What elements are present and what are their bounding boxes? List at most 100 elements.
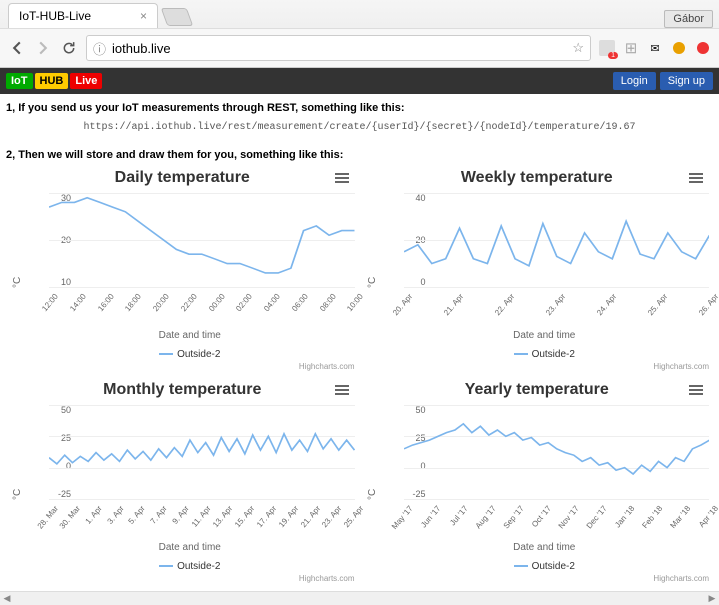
- x-tick: 10:00: [346, 292, 366, 313]
- legend-label: Outside-2: [532, 561, 575, 572]
- chart-plot[interactable]: 302010: [49, 193, 355, 288]
- x-ticks: 28. Mar30. Mar1. Apr3. Apr5. Apr7. Apr9.…: [49, 500, 355, 540]
- x-tick: 26. Apr: [697, 292, 719, 317]
- x-tick: 00:00: [207, 292, 227, 313]
- x-tick: Mar '18: [668, 504, 692, 530]
- legend-swatch: [514, 565, 528, 567]
- x-tick: 5. Apr: [127, 504, 147, 526]
- chart-title: Weekly temperature: [365, 169, 710, 187]
- legend-label: Outside-2: [177, 349, 220, 360]
- y-axis-label: °C: [10, 405, 25, 583]
- x-tick: 12:00: [40, 292, 60, 313]
- x-tick: 1. Apr: [83, 504, 103, 526]
- auth-buttons: Login Sign up: [613, 72, 713, 90]
- chart-plot[interactable]: 50250-25: [404, 405, 710, 500]
- chart-legend[interactable]: Outside-2: [380, 349, 710, 360]
- x-axis-label: Date and time: [380, 330, 710, 341]
- horizontal-scrollbar[interactable]: ◀ ▶: [0, 591, 719, 605]
- reload-button[interactable]: [60, 39, 78, 57]
- logo-iot: IoT: [6, 73, 33, 89]
- chart-credit[interactable]: Highcharts.com: [380, 574, 710, 583]
- x-tick: 02:00: [235, 292, 255, 313]
- x-tick: 08:00: [318, 292, 338, 313]
- x-tick: Dec '17: [585, 504, 609, 530]
- legend-swatch: [159, 353, 173, 355]
- chart-legend[interactable]: Outside-2: [25, 561, 355, 572]
- url-input[interactable]: [112, 41, 566, 56]
- x-tick: 18:00: [123, 292, 143, 313]
- x-tick: 3. Apr: [105, 504, 125, 526]
- chart-menu-icon[interactable]: [689, 171, 703, 185]
- chart-legend[interactable]: Outside-2: [25, 349, 355, 360]
- y-axis-label: °C: [10, 193, 25, 371]
- x-tick: 25. Apr: [342, 504, 365, 529]
- extension-icon-3[interactable]: ✉: [647, 40, 663, 56]
- forward-button[interactable]: [34, 39, 52, 57]
- x-tick: 11. Apr: [190, 504, 213, 529]
- chart-menu-icon[interactable]: [335, 171, 349, 185]
- legend-label: Outside-2: [177, 561, 220, 572]
- chart-credit[interactable]: Highcharts.com: [380, 362, 710, 371]
- x-tick: 06:00: [290, 292, 310, 313]
- x-tick: 20. Apr: [391, 292, 414, 317]
- chart-monthly: Monthly temperature°C50250-2528. Mar30. …: [10, 381, 355, 583]
- chart-yearly: Yearly temperature°C50250-25May '17Jun '…: [365, 381, 710, 583]
- x-tick: 25. Apr: [646, 292, 669, 317]
- browser-tab[interactable]: IoT-HUB-Live ×: [8, 3, 158, 28]
- legend-label: Outside-2: [532, 349, 575, 360]
- chart-credit[interactable]: Highcharts.com: [25, 574, 355, 583]
- x-tick: 20:00: [151, 292, 171, 313]
- legend-swatch: [159, 565, 173, 567]
- chart-legend[interactable]: Outside-2: [380, 561, 710, 572]
- new-tab-button[interactable]: [161, 8, 194, 26]
- x-ticks: 20. Apr21. Apr22. Apr23. Apr24. Apr25. A…: [404, 288, 710, 328]
- chart-title: Yearly temperature: [365, 381, 710, 399]
- tab-title: IoT-HUB-Live: [19, 9, 91, 23]
- extension-icon-5[interactable]: [695, 40, 711, 56]
- logo[interactable]: IoT HUB Live: [6, 73, 102, 89]
- scroll-right-icon[interactable]: ▶: [705, 593, 719, 604]
- x-tick: 9. Apr: [170, 504, 190, 526]
- extension-icon-4[interactable]: [671, 40, 687, 56]
- extension-icon-1[interactable]: 1: [599, 40, 615, 56]
- browser-chrome: IoT-HUB-Live × Gábor ⓘ ☆ 1 ⊞ ✉: [0, 0, 719, 68]
- signup-button[interactable]: Sign up: [660, 72, 713, 90]
- x-tick: 22:00: [179, 292, 199, 313]
- x-ticks: 12:0014:0016:0018:0020:0022:0000:0002:00…: [49, 288, 355, 328]
- extension-icon-2[interactable]: ⊞: [623, 40, 639, 56]
- x-tick: 04:00: [262, 292, 282, 313]
- x-axis-label: Date and time: [380, 542, 710, 553]
- close-icon[interactable]: ×: [140, 9, 147, 23]
- logo-live: Live: [70, 73, 102, 89]
- chart-daily: Daily temperature°C30201012:0014:0016:00…: [10, 169, 355, 371]
- login-button[interactable]: Login: [613, 72, 656, 90]
- x-tick: Oct '17: [530, 504, 553, 529]
- page-content: 1, If you send us your IoT measurements …: [0, 94, 719, 591]
- y-axis-label: °C: [365, 405, 380, 583]
- logo-hub: HUB: [35, 73, 69, 89]
- tab-bar: IoT-HUB-Live × Gábor: [0, 0, 719, 28]
- scroll-left-icon[interactable]: ◀: [0, 593, 14, 604]
- info-icon[interactable]: ⓘ: [93, 39, 106, 58]
- x-tick: 13. Apr: [211, 504, 234, 529]
- chart-weekly: Weekly temperature°C4020020. Apr21. Apr2…: [365, 169, 710, 371]
- x-axis-label: Date and time: [25, 542, 355, 553]
- x-tick: 30. Mar: [57, 504, 81, 531]
- back-button[interactable]: [8, 39, 26, 57]
- profile-badge[interactable]: Gábor: [664, 10, 713, 28]
- chart-credit[interactable]: Highcharts.com: [25, 362, 355, 371]
- address-bar[interactable]: ⓘ ☆: [86, 35, 591, 61]
- x-tick: 19. Apr: [277, 504, 300, 529]
- x-tick: 7. Apr: [149, 504, 169, 526]
- x-tick: 21. Apr: [442, 292, 465, 317]
- x-tick: May '17: [390, 504, 415, 531]
- x-tick: Nov '17: [557, 504, 581, 530]
- chart-plot[interactable]: 40200: [404, 193, 710, 288]
- chart-menu-icon[interactable]: [689, 383, 703, 397]
- browser-toolbar: ⓘ ☆ 1 ⊞ ✉: [0, 28, 719, 67]
- x-tick: 14:00: [68, 292, 88, 313]
- star-icon[interactable]: ☆: [572, 40, 584, 56]
- x-tick: 21. Apr: [299, 504, 322, 529]
- chart-menu-icon[interactable]: [335, 383, 349, 397]
- chart-plot[interactable]: 50250-25: [49, 405, 355, 500]
